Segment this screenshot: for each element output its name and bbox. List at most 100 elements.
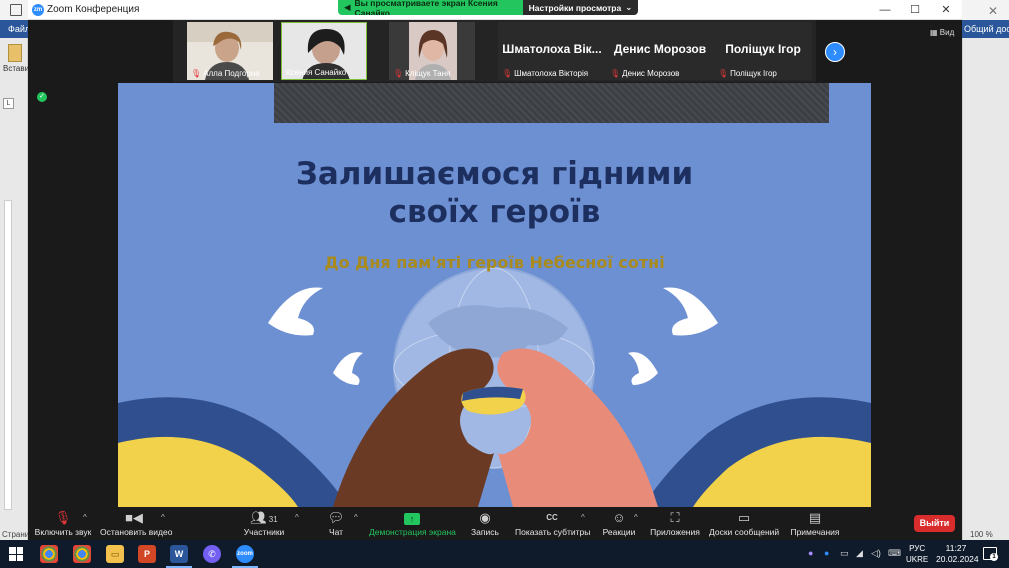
record-button[interactable]: ◉ Запись <box>468 509 502 537</box>
wifi-icon[interactable]: ◢ <box>856 548 863 559</box>
zoom-tray-icon[interactable]: ● <box>824 548 829 558</box>
system-clock[interactable]: 11:27 20.02.2024 <box>936 543 979 565</box>
zoom-taskbar-icon[interactable]: zoom <box>236 545 254 563</box>
chrome-profile-icon[interactable] <box>73 545 91 563</box>
video-camera-icon: ■◀ <box>125 510 143 525</box>
participant-name-row: 🎙︎ Денис Морозов <box>610 69 679 78</box>
participants-options-caret-icon[interactable]: ^ <box>295 513 299 522</box>
windows-start-icon[interactable] <box>9 547 23 561</box>
slide-illustration <box>118 267 871 507</box>
whiteboards-label: Доски сообщений <box>709 527 780 537</box>
slide-subtitle: До Дня пам'яті героїв Небесної сотні <box>324 253 665 272</box>
slide-title: Залишаємося гідними своїх героїв <box>118 155 871 231</box>
zoom-meeting-window: zm Zoom Конференция — ☐ ✕ ◀ Вы просматри… <box>28 0 962 540</box>
keyboard-layout: UKRE <box>906 555 929 564</box>
reactions-button[interactable]: ☺ Реакции <box>600 509 638 537</box>
participant-name: Ксения Санайко <box>286 68 347 77</box>
chat-options-caret-icon[interactable]: ^ <box>354 513 358 522</box>
mic-muted-icon: 🎙︎ <box>393 69 404 78</box>
maximize-icon[interactable]: ☐ <box>900 2 930 18</box>
powerpoint-icon[interactable]: P <box>138 545 156 563</box>
close-icon[interactable]: ✕ <box>931 2 961 18</box>
participant-tile[interactable]: 🎙︎ Кліщук Таня <box>389 22 475 80</box>
captions-options-caret-icon[interactable]: ^ <box>581 513 585 522</box>
viber-icon[interactable]: ✆ <box>203 545 221 563</box>
participant-name: Алла Подгорна <box>203 69 260 78</box>
participant-name: Шматолоха Вікторія <box>514 69 589 78</box>
participant-tile[interactable]: Шматолоха Вік... 🎙︎ Шматолоха Вікторія <box>498 22 606 80</box>
next-page-button[interactable]: › <box>825 42 845 62</box>
mic-muted-icon: 🎙︎ <box>191 69 202 78</box>
participant-tile[interactable]: Поліщук Ігор 🎙︎ Поліщук Ігор <box>714 22 812 80</box>
vertical-ruler <box>4 200 12 510</box>
word-right-panel <box>962 38 1009 540</box>
reactions-options-caret-icon[interactable]: ^ <box>634 513 638 522</box>
clock-time: 11:27 <box>945 543 967 553</box>
chrome-icon[interactable] <box>40 545 58 563</box>
word-close-icon[interactable]: ✕ <box>988 4 998 18</box>
word-zoom-level[interactable]: 100 % <box>970 530 993 539</box>
clock-date: 20.02.2024 <box>936 554 979 564</box>
apps-button[interactable]: ⛶ Приложения <box>647 509 703 537</box>
paste-icon[interactable] <box>8 44 22 62</box>
battery-icon[interactable]: ▭ <box>840 548 849 559</box>
record-label: Запись <box>471 527 499 537</box>
participant-tile-active-speaker[interactable]: Ксения Санайко <box>281 22 367 80</box>
volume-icon[interactable]: ◁) <box>871 548 881 559</box>
share-status-text: Вы просматриваете экран Ксения Санайко <box>354 0 498 15</box>
minimize-icon[interactable]: — <box>870 2 900 18</box>
view-settings-button[interactable]: Настройки просмотра ⌄ <box>523 0 638 15</box>
word-page-status: Страни <box>2 530 30 539</box>
word-icon[interactable]: W <box>170 545 188 563</box>
view-settings-label: Настройки просмотра <box>528 2 622 13</box>
notification-count-badge: 1 <box>990 553 998 561</box>
participant-display-name: Поліщук Ігор <box>725 42 801 56</box>
leave-meeting-button[interactable]: Выйти <box>914 515 955 532</box>
chat-button[interactable]: 💬︎ Чат <box>320 509 352 537</box>
smiley-icon: ☺ <box>612 510 626 525</box>
record-icon: ◉ <box>479 510 491 525</box>
apps-icon: ⛶ <box>670 510 680 525</box>
participants-button[interactable]: 👥︎ 31 Участники <box>240 509 288 537</box>
participants-icon: 👥︎ 31 <box>250 510 278 525</box>
mic-muted-icon: 🎙︎ <box>502 69 513 78</box>
participant-name-row: 🎙︎ Кліщук Таня <box>393 69 450 78</box>
participant-tile[interactable]: Денис Морозов 🎙︎ Денис Морозов <box>606 22 714 80</box>
viber-tray-icon[interactable]: ● <box>808 548 813 558</box>
view-button[interactable]: ▦ Вид <box>930 28 954 37</box>
participant-tile[interactable]: 🎙︎ Алла Подгорна <box>187 22 273 80</box>
save-icon[interactable] <box>10 4 22 16</box>
participants-label: Участники <box>243 527 285 537</box>
grid-icon: ▦ <box>930 28 938 37</box>
video-options-caret-icon[interactable]: ^ <box>161 513 165 522</box>
share-screen-icon: ↑ <box>369 509 455 527</box>
file-explorer-icon[interactable]: ▭ <box>106 545 124 563</box>
notes-button[interactable]: ▤ Примечания <box>788 509 842 537</box>
participants-count: 31 <box>268 515 278 524</box>
captions-label: Показать субтитры <box>515 527 591 537</box>
stop-video-label: Остановить видео <box>100 527 173 537</box>
participant-name: Кліщук Таня <box>405 69 451 78</box>
input-language[interactable]: РУС UKRE <box>906 543 928 565</box>
participant-display-name: Денис Морозов <box>613 42 707 56</box>
participant-name-row: 🎙︎ Поліщук Ігор <box>718 69 777 78</box>
slide-title-line: Залишаємося гідними <box>295 156 694 192</box>
audio-options-caret-icon[interactable]: ^ <box>83 513 87 522</box>
stop-video-button[interactable]: ■◀ Остановить видео <box>100 509 172 537</box>
chevron-down-icon: ⌄ <box>625 2 633 12</box>
captions-button[interactable]: CC Показать субтитры <box>515 509 591 537</box>
keyboard-icon[interactable]: ⌨ <box>888 548 901 559</box>
participant-name-row: Ксения Санайко <box>286 68 346 77</box>
security-shield-icon[interactable]: ✓ <box>37 92 47 102</box>
word-file-tab[interactable]: Файл <box>8 24 30 34</box>
shared-screen-slide: Залишаємося гідними своїх героїв До Дня … <box>118 83 871 507</box>
zoom-logo-icon: zm <box>32 4 44 16</box>
share-screen-button[interactable]: ↑ Демонстрация экрана <box>369 509 456 537</box>
whiteboard-icon: ▭ <box>737 510 751 525</box>
tab-stop-selector[interactable]: L <box>3 98 14 109</box>
word-paste-label: Встави <box>3 64 30 73</box>
whiteboards-button[interactable]: ▭ Доски сообщений <box>709 509 779 537</box>
apps-label: Приложения <box>650 527 700 537</box>
slide-header-bar <box>274 83 829 123</box>
word-share-button[interactable]: Общий доступ <box>964 24 1009 34</box>
